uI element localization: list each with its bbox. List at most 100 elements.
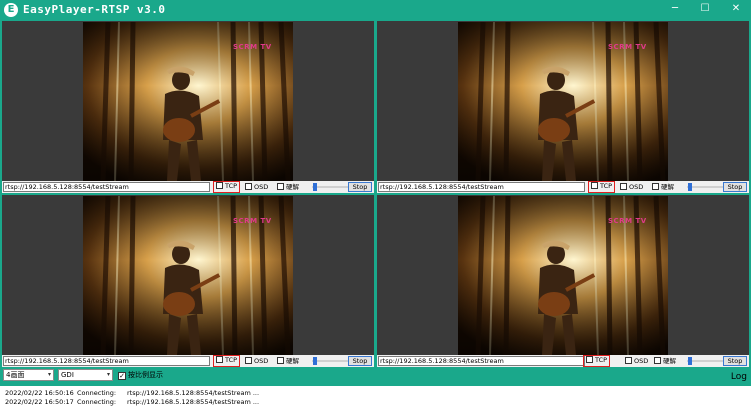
osd-checkbox[interactable]: OSD: [625, 356, 648, 366]
volume-slider[interactable]: [687, 183, 723, 191]
maximize-button[interactable]: ☐: [690, 0, 720, 20]
checkbox-box: [216, 182, 223, 189]
checkbox-box: [245, 183, 252, 190]
stream-url-input[interactable]: rtsp://192.168.5.128:8554/testStream: [378, 356, 585, 366]
chevron-down-icon: ▾: [47, 371, 51, 378]
hw-decode-checkbox[interactable]: 硬解: [277, 356, 299, 366]
close-button[interactable]: ✕: [721, 0, 751, 20]
video-frame: SCRM TV: [458, 196, 668, 355]
osd-checkbox[interactable]: OSD: [245, 356, 268, 366]
pane-control-bar: rtsp://192.168.5.128:8554/testStream TCP…: [377, 181, 749, 193]
checkbox-box: [277, 357, 284, 364]
checkbox-box: [216, 356, 223, 363]
checkbox-box: [620, 183, 627, 190]
slider-thumb[interactable]: [688, 183, 692, 191]
osd-label: OSD: [254, 183, 269, 191]
channel-watermark: SCRM TV: [608, 43, 647, 51]
video-pane-2: SCRM TV rtsp://192.168.5.128:8554/testSt…: [375, 20, 749, 194]
stop-button[interactable]: Stop: [348, 182, 372, 192]
pane-control-bar: rtsp://192.168.5.128:8554/testStream TCP…: [2, 355, 374, 367]
video-pane-4: SCRM TV rtsp://192.168.5.128:8554/testSt…: [375, 194, 749, 368]
tcp-checkbox[interactable]: TCP: [213, 181, 241, 193]
render-mode-value: GDI: [61, 371, 74, 379]
video-pane-3: SCRM TV rtsp://192.168.5.128:8554/testSt…: [0, 194, 374, 368]
checkbox-box: [586, 356, 593, 363]
window-title: EasyPlayer-RTSP v3.0: [23, 3, 166, 16]
log-url: rtsp://192.168.5.128:8554/testStream ...: [127, 389, 260, 397]
video-frame: SCRM TV: [83, 196, 293, 355]
title-bar: E EasyPlayer-RTSP v3.0 ─ ☐ ✕: [0, 0, 751, 20]
log-panel[interactable]: 2022/02/22 16:50:16 Connecting: rtsp://192…: [0, 386, 751, 410]
stop-button[interactable]: Stop: [723, 182, 747, 192]
checkbox-box: [654, 357, 661, 364]
stream-url-input[interactable]: rtsp://192.168.5.128:8554/testStream: [3, 356, 210, 366]
tcp-label: TCP: [225, 356, 238, 364]
tcp-checkbox[interactable]: TCP: [588, 181, 616, 193]
pane-control-bar: rtsp://192.168.5.128:8554/testStream TCP…: [377, 355, 749, 367]
chevron-down-icon: ▾: [106, 371, 110, 378]
app-logo-icon: E: [4, 3, 18, 17]
osd-label: OSD: [629, 183, 644, 191]
checkbox-box: [277, 183, 284, 190]
hw-decode-label: 硬解: [661, 183, 674, 191]
hw-decode-label: 硬解: [286, 183, 299, 191]
osd-label: OSD: [634, 357, 649, 365]
log-label: Log: [730, 372, 747, 382]
channel-watermark: SCRM TV: [233, 43, 272, 51]
log-status: Connecting:: [77, 389, 117, 397]
video-frame: SCRM TV: [83, 22, 293, 181]
hw-decode-label: 硬解: [286, 357, 299, 365]
log-url: rtsp://192.168.5.128:8554/testStream ...: [127, 398, 260, 406]
keep-ratio-label: 按比例显示: [128, 371, 163, 379]
video-area[interactable]: SCRM TV: [2, 21, 374, 181]
volume-slider[interactable]: [312, 357, 348, 365]
checkbox-box: [652, 183, 659, 190]
checkmark-icon: ✓: [118, 372, 126, 380]
stream-url-input[interactable]: rtsp://192.168.5.128:8554/testStream: [3, 182, 210, 192]
slider-thumb[interactable]: [313, 183, 317, 191]
log-status: Connecting:: [77, 398, 117, 406]
hw-decode-checkbox[interactable]: 硬解: [652, 182, 674, 192]
render-mode-select[interactable]: GDI ▾: [58, 369, 113, 381]
slider-thumb[interactable]: [313, 357, 317, 365]
log-entry: 2022/02/22 16:50:16 Connecting: rtsp://192…: [5, 389, 259, 398]
app-logo-letter: E: [7, 4, 15, 15]
tcp-label: TCP: [600, 182, 613, 190]
hw-decode-label: 硬解: [663, 357, 676, 365]
channel-watermark: SCRM TV: [608, 217, 647, 225]
minimize-button[interactable]: ─: [660, 0, 690, 20]
volume-slider[interactable]: [312, 183, 348, 191]
osd-checkbox[interactable]: OSD: [620, 182, 643, 192]
video-grid: SCRM TV rtsp://192.168.5.128:8554/testSt…: [0, 20, 751, 368]
checkbox-box: [591, 182, 598, 189]
channel-watermark: SCRM TV: [233, 217, 272, 225]
bottom-toolbar: 4画面 ▾ GDI ▾ ✓ 按比例显示 Log: [0, 368, 751, 386]
stream-url-input[interactable]: rtsp://192.168.5.128:8554/testStream: [378, 182, 585, 192]
osd-label: OSD: [254, 357, 269, 365]
log-timestamp: 2022/02/22 16:50:16: [5, 389, 74, 397]
video-frame: SCRM TV: [458, 22, 668, 181]
hw-decode-checkbox[interactable]: 硬解: [277, 182, 299, 192]
checkbox-box: [245, 357, 252, 364]
checkbox-box: [625, 357, 632, 364]
volume-slider[interactable]: [687, 357, 723, 365]
hw-decode-checkbox[interactable]: 硬解: [654, 356, 676, 366]
tcp-label: TCP: [225, 182, 238, 190]
slider-thumb[interactable]: [688, 357, 692, 365]
video-area[interactable]: SCRM TV: [377, 195, 749, 355]
layout-select[interactable]: 4画面 ▾: [3, 369, 54, 381]
tcp-checkbox[interactable]: TCP: [583, 355, 611, 367]
tcp-checkbox[interactable]: TCP: [213, 355, 241, 367]
video-pane-1: SCRM TV rtsp://192.168.5.128:8554/testSt…: [0, 20, 374, 194]
osd-checkbox[interactable]: OSD: [245, 182, 268, 192]
pane-control-bar: rtsp://192.168.5.128:8554/testStream TCP…: [2, 181, 374, 193]
video-area[interactable]: SCRM TV: [377, 21, 749, 181]
tcp-label: TCP: [595, 356, 608, 364]
log-timestamp: 2022/02/22 16:50:17: [5, 398, 74, 406]
stop-button[interactable]: Stop: [348, 356, 372, 366]
keep-ratio-checkbox[interactable]: ✓ 按比例显示: [118, 370, 163, 380]
log-entry: 2022/02/22 16:50:17 Connecting: rtsp://192…: [5, 398, 259, 407]
stop-button[interactable]: Stop: [723, 356, 747, 366]
layout-select-value: 4画面: [6, 371, 25, 379]
video-area[interactable]: SCRM TV: [2, 195, 374, 355]
